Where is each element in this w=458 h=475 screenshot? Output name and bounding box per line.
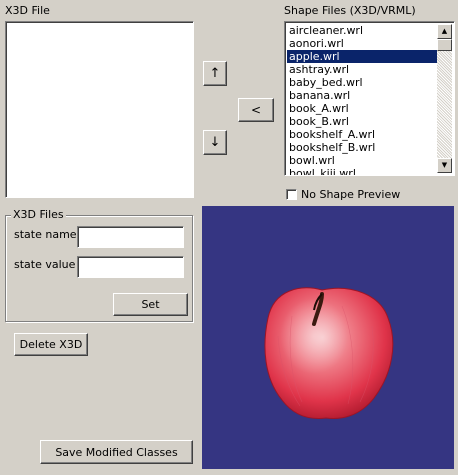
shape-file-item[interactable]: bowl.wrl (287, 154, 437, 167)
arrow-down-icon: ↓ (209, 135, 221, 150)
move-down-button[interactable]: ↓ (203, 130, 227, 155)
arrow-up-icon: ↑ (209, 66, 221, 81)
shape-file-item[interactable]: apple.wrl (287, 50, 437, 63)
shape-files-items: aircleaner.wrl aonori.wrl apple.wrl ashtray… (287, 24, 437, 175)
shape-file-item[interactable]: aonori.wrl (287, 37, 437, 50)
x3d-file-label: X3D File (5, 4, 50, 17)
shape-files-list[interactable]: aircleaner.wrl aonori.wrl apple.wrl ashtray… (284, 21, 455, 176)
scroll-up-button[interactable]: ▲ (437, 24, 452, 39)
x3d-file-list[interactable] (5, 21, 194, 198)
state-name-label: state name (14, 228, 77, 241)
shape-file-item[interactable]: banana.wrl (287, 89, 437, 102)
no-shape-preview-label: No Shape Preview (301, 188, 401, 201)
delete-x3d-button[interactable]: Delete X3D (14, 333, 88, 356)
no-shape-preview-checkbox[interactable] (286, 189, 297, 200)
state-value-label: state value (14, 258, 76, 271)
shape-preview-panel (202, 206, 454, 469)
shape-file-item[interactable]: aircleaner.wrl (287, 24, 437, 37)
state-value-input[interactable] (77, 256, 184, 278)
shape-list-scrollbar[interactable]: ▲ ▼ (437, 24, 452, 173)
scroll-down-button[interactable]: ▼ (437, 158, 452, 173)
shape-file-item[interactable]: ashtray.wrl (287, 63, 437, 76)
scroll-thumb[interactable] (437, 39, 452, 51)
apple-image (264, 287, 394, 419)
shape-file-item[interactable]: book_B.wrl (287, 115, 437, 128)
shape-file-item[interactable]: book_A.wrl (287, 102, 437, 115)
move-up-button[interactable]: ↑ (203, 61, 227, 86)
shape-file-item[interactable]: bookshelf_B.wrl (287, 141, 437, 154)
shape-file-item[interactable]: bowl_kiji.wrl (287, 167, 437, 175)
shape-files-label: Shape Files (X3D/VRML) (284, 4, 416, 17)
x3d-files-group-title: X3D Files (11, 208, 66, 221)
add-shape-button[interactable]: < (238, 98, 274, 122)
scroll-up-icon: ▲ (441, 27, 448, 35)
shape-file-item[interactable]: bookshelf_A.wrl (287, 128, 437, 141)
arrow-left-icon: < (250, 103, 262, 117)
scroll-down-icon: ▼ (441, 161, 448, 169)
set-button[interactable]: Set (113, 293, 188, 316)
state-name-input[interactable] (77, 226, 184, 248)
shape-file-item[interactable]: baby_bed.wrl (287, 76, 437, 89)
save-modified-classes-button[interactable]: Save Modified Classes (40, 440, 193, 464)
